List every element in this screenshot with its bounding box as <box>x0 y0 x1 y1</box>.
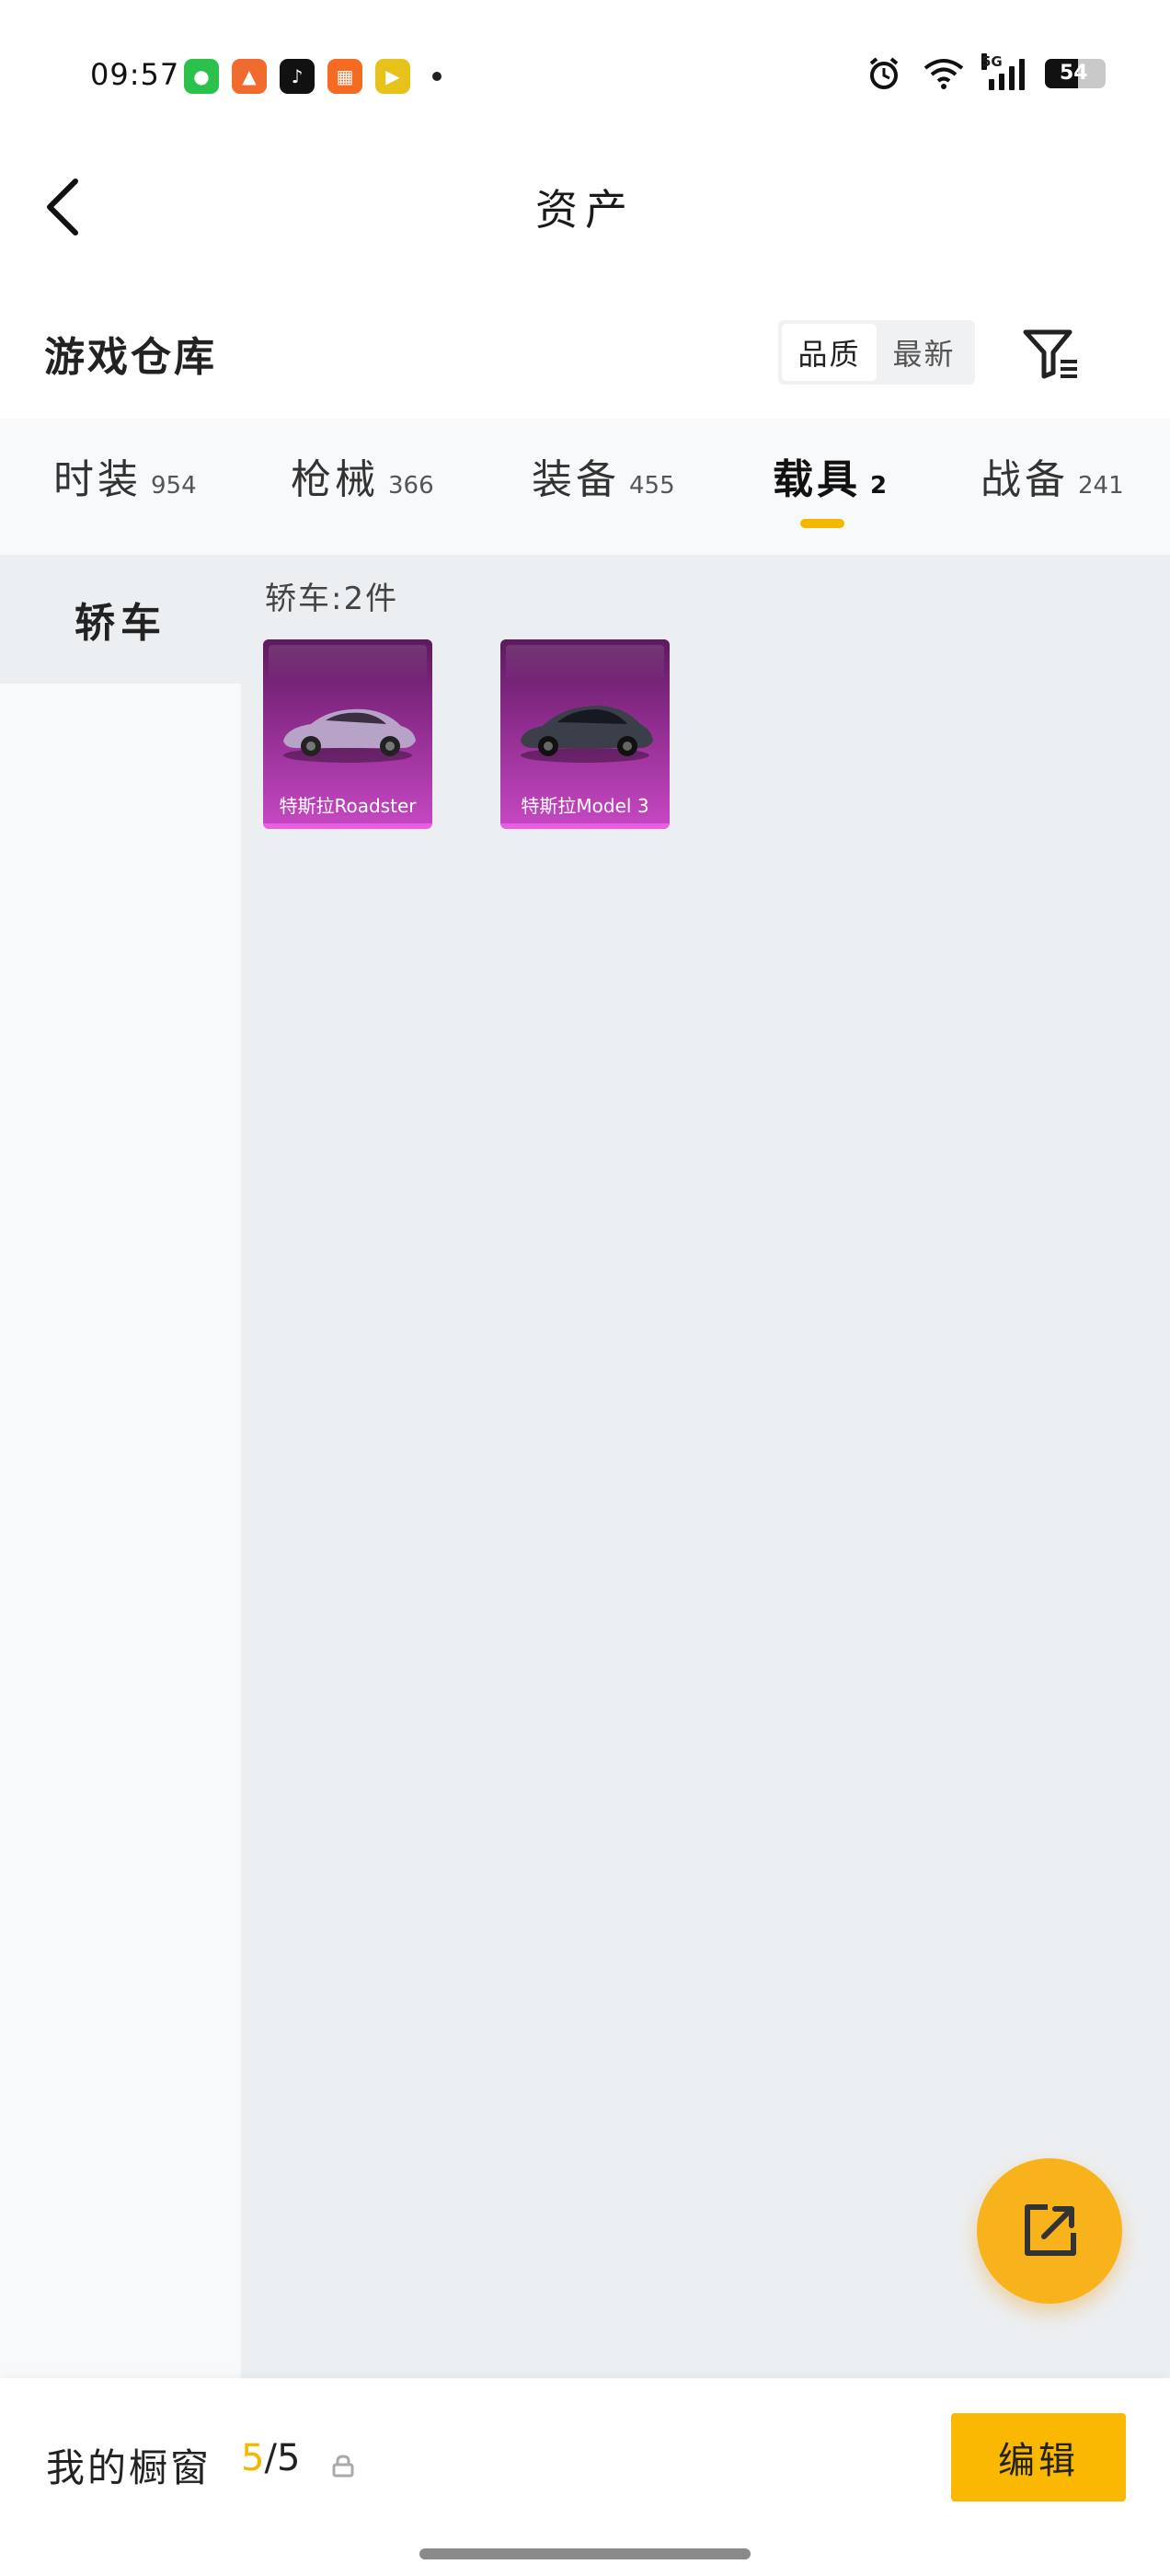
item-name: 特斯拉Model 3 <box>521 795 649 817</box>
battery-level: 54 <box>1060 62 1088 85</box>
tab-equipment[interactable]: 装备 455 <box>532 446 675 505</box>
tab-count: 954 <box>151 472 197 500</box>
home-indicator[interactable] <box>419 2548 751 2559</box>
item-card-roadster[interactable]: 特斯拉Roadster <box>263 639 432 829</box>
page-title: 资产 <box>535 185 635 235</box>
status-time: 09:57 <box>90 57 180 92</box>
category-tabs: 时装 954 枪械 366 装备 455 载具 2 战备 241 <box>0 419 1170 555</box>
more-notifications-dot <box>432 72 442 81</box>
sort-by-newest[interactable]: 最新 <box>877 324 971 381</box>
tab-firearms[interactable]: 枪械 366 <box>291 446 434 505</box>
bottom-bar: 我的橱窗 5/5 编辑 <box>0 2378 1170 2576</box>
status-bar: 09:57 ● ▲ ♪ ▦ ▶ 5G 54 <box>0 0 1170 138</box>
header: 资产 <box>0 138 1170 276</box>
edit-button[interactable]: 编辑 <box>951 2413 1126 2501</box>
showcase-total: 5 <box>276 2437 301 2479</box>
tab-count: 455 <box>629 472 675 500</box>
warehouse-bar: 游戏仓库 品质 最新 <box>0 304 1170 405</box>
tab-vehicles[interactable]: 载具 2 <box>773 446 887 505</box>
tab-count: 366 <box>388 472 434 500</box>
showcase-label: 我的橱窗 <box>46 2445 212 2490</box>
status-indicators: 5G 54 <box>866 53 1106 92</box>
sort-by-quality[interactable]: 品质 <box>782 324 877 381</box>
showcase-current: 5 <box>241 2437 265 2479</box>
showcase-separator: / <box>264 2437 277 2479</box>
alarm-icon <box>869 57 899 89</box>
tab-count: 241 <box>1078 472 1124 500</box>
sort-toggle: 品质 最新 <box>778 320 975 385</box>
network-type: 5G <box>981 53 1003 70</box>
tab-label: 装备 <box>532 456 620 503</box>
tab-label: 枪械 <box>291 456 379 503</box>
wechat-icon: ● <box>184 59 219 94</box>
app-orange-icon: ▦ <box>327 59 362 94</box>
sidebar-item-sedan[interactable]: 轿车 <box>0 555 241 684</box>
showcase-count: 5/5 <box>241 2437 300 2479</box>
group-title: 轿车:2件 <box>265 581 399 617</box>
share-icon <box>1025 2204 1076 2256</box>
cellular-signal-icon: 5G <box>981 53 1025 90</box>
battery-icon: 54 <box>1045 59 1106 88</box>
tab-count: 2 <box>870 472 888 500</box>
car-image <box>283 708 416 763</box>
tab-label: 战备 <box>981 456 1069 503</box>
tab-label: 时装 <box>53 456 142 503</box>
share-button[interactable] <box>977 2158 1122 2304</box>
status-app-icons: ● ▲ ♪ ▦ ▶ <box>184 59 442 94</box>
tab-label: 载具 <box>773 456 861 503</box>
sidebar: 轿车 <box>0 555 241 2378</box>
wifi-icon <box>923 59 964 89</box>
filter-icon <box>1023 329 1077 379</box>
active-tab-indicator <box>800 519 844 528</box>
car-image <box>521 706 653 763</box>
item-card-model3[interactable]: 特斯拉Model 3 <box>500 639 670 829</box>
tab-combat-gear[interactable]: 战备 241 <box>981 446 1124 505</box>
tiktok-icon: ♪ <box>280 59 315 94</box>
warehouse-title: 游戏仓库 <box>44 334 217 381</box>
item-grid: 轿车:2件 特斯拉Roadster 特斯拉Model 3 <box>241 555 1170 2378</box>
tab-fashion[interactable]: 时装 954 <box>53 446 197 505</box>
game-icon: ▲ <box>232 59 267 94</box>
lock-icon <box>332 2455 354 2478</box>
video-app-icon: ▶ <box>375 59 410 94</box>
filter-button[interactable] <box>1019 322 1084 386</box>
item-name: 特斯拉Roadster <box>279 795 417 817</box>
